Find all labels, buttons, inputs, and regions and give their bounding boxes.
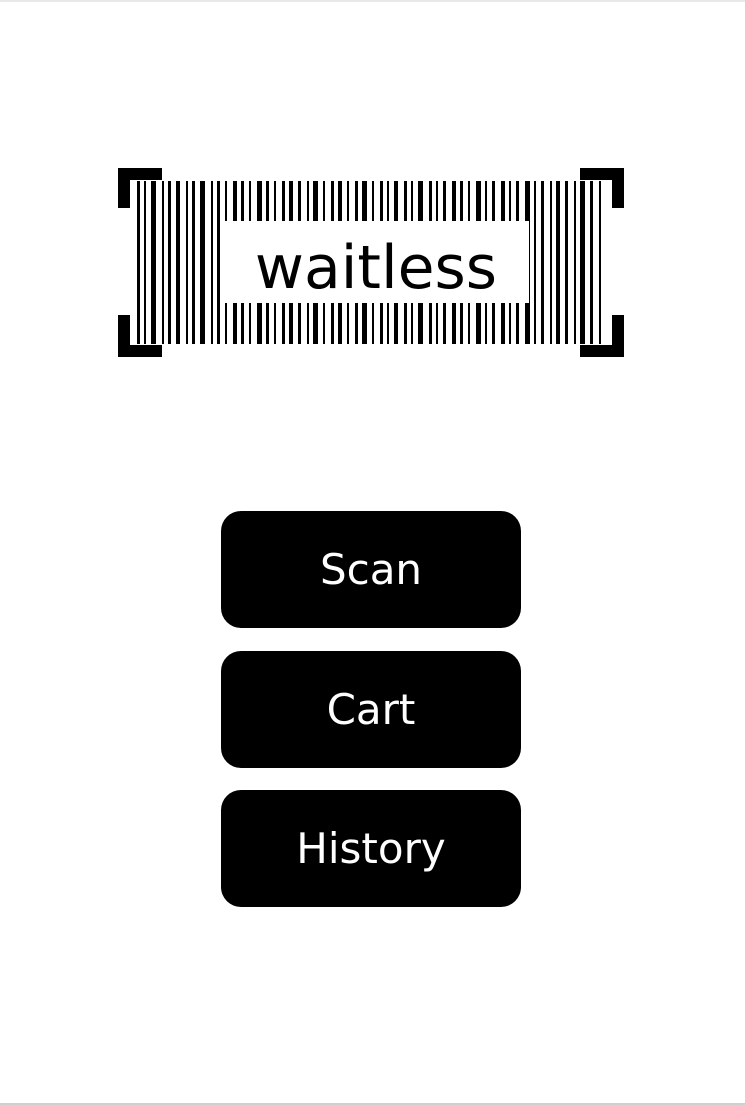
app-logo: waitless: [115, 165, 627, 360]
barcode-scanner-frame-icon: waitless: [118, 168, 624, 357]
scan-button[interactable]: Scan: [221, 511, 521, 628]
history-button[interactable]: History: [221, 790, 521, 907]
logo-wordmark: waitless: [255, 233, 497, 303]
scan-button-label: Scan: [319, 545, 423, 594]
history-button-label: History: [296, 824, 446, 873]
cart-button-label: Cart: [326, 685, 416, 734]
cart-button[interactable]: Cart: [221, 651, 521, 768]
top-divider: [0, 0, 745, 2]
